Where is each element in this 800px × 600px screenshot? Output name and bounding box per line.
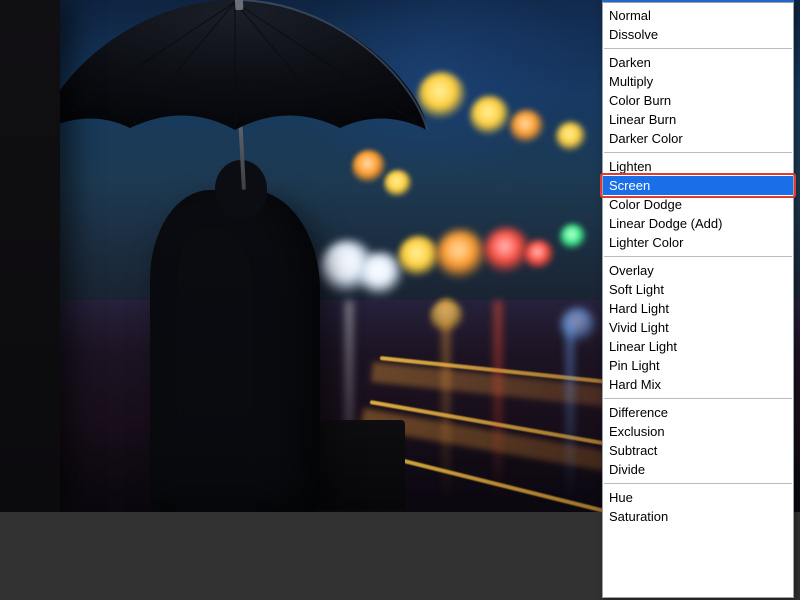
left-wall	[0, 0, 60, 512]
umbrella-tip	[235, 0, 244, 10]
foreground-block	[320, 420, 405, 510]
blend-mode-option[interactable]: Divide	[603, 460, 793, 479]
blend-mode-option[interactable]: Color Dodge	[603, 195, 793, 214]
blend-mode-option[interactable]: Linear Dodge (Add)	[603, 214, 793, 233]
blend-mode-option[interactable]: Difference	[603, 403, 793, 422]
blend-mode-option[interactable]: Hard Mix	[603, 375, 793, 394]
bokeh-light	[398, 236, 440, 278]
blend-mode-option[interactable]: Vivid Light	[603, 318, 793, 337]
light-reflection	[494, 300, 502, 500]
blend-mode-option[interactable]: Linear Light	[603, 337, 793, 356]
blend-mode-option[interactable]: Hard Light	[603, 299, 793, 318]
blend-mode-option[interactable]: Linear Burn	[603, 110, 793, 129]
menu-separator	[604, 48, 792, 49]
app-stage: NormalDissolveDarkenMultiplyColor BurnLi…	[0, 0, 800, 600]
bokeh-light	[484, 228, 530, 274]
bokeh-light	[510, 110, 544, 144]
blend-mode-option[interactable]: Darken	[603, 53, 793, 72]
menu-separator	[604, 152, 792, 153]
blend-mode-option[interactable]: Lighten	[603, 157, 793, 176]
bokeh-light	[556, 122, 586, 152]
blend-mode-option[interactable]: Soft Light	[603, 280, 793, 299]
bokeh-light	[524, 240, 554, 270]
blend-mode-option[interactable]: Hue	[603, 488, 793, 507]
blend-mode-menu[interactable]: NormalDissolveDarkenMultiplyColor BurnLi…	[602, 2, 794, 598]
bokeh-light	[436, 230, 486, 280]
blend-mode-option[interactable]: Subtract	[603, 441, 793, 460]
person-silhouette	[150, 190, 320, 512]
bokeh-light	[560, 224, 586, 250]
blend-mode-option[interactable]: Color Burn	[603, 91, 793, 110]
blend-mode-option[interactable]: Exclusion	[603, 422, 793, 441]
bokeh-light	[470, 96, 510, 136]
blend-mode-option[interactable]: Overlay	[603, 261, 793, 280]
light-reflection	[442, 300, 450, 500]
blend-mode-option[interactable]: Pin Light	[603, 356, 793, 375]
menu-separator	[604, 398, 792, 399]
umbrella-canopy	[35, 0, 435, 180]
blend-mode-option[interactable]: Normal	[603, 6, 793, 25]
blend-mode-option[interactable]: Multiply	[603, 72, 793, 91]
menu-separator	[604, 256, 792, 257]
light-reflection	[566, 320, 574, 500]
blend-mode-option[interactable]: Darker Color	[603, 129, 793, 148]
blend-mode-option[interactable]: Lighter Color	[603, 233, 793, 252]
blend-mode-option[interactable]: Dissolve	[603, 25, 793, 44]
menu-separator	[604, 483, 792, 484]
blend-mode-option[interactable]: Screen	[603, 176, 793, 195]
blend-mode-option[interactable]: Saturation	[603, 507, 793, 526]
